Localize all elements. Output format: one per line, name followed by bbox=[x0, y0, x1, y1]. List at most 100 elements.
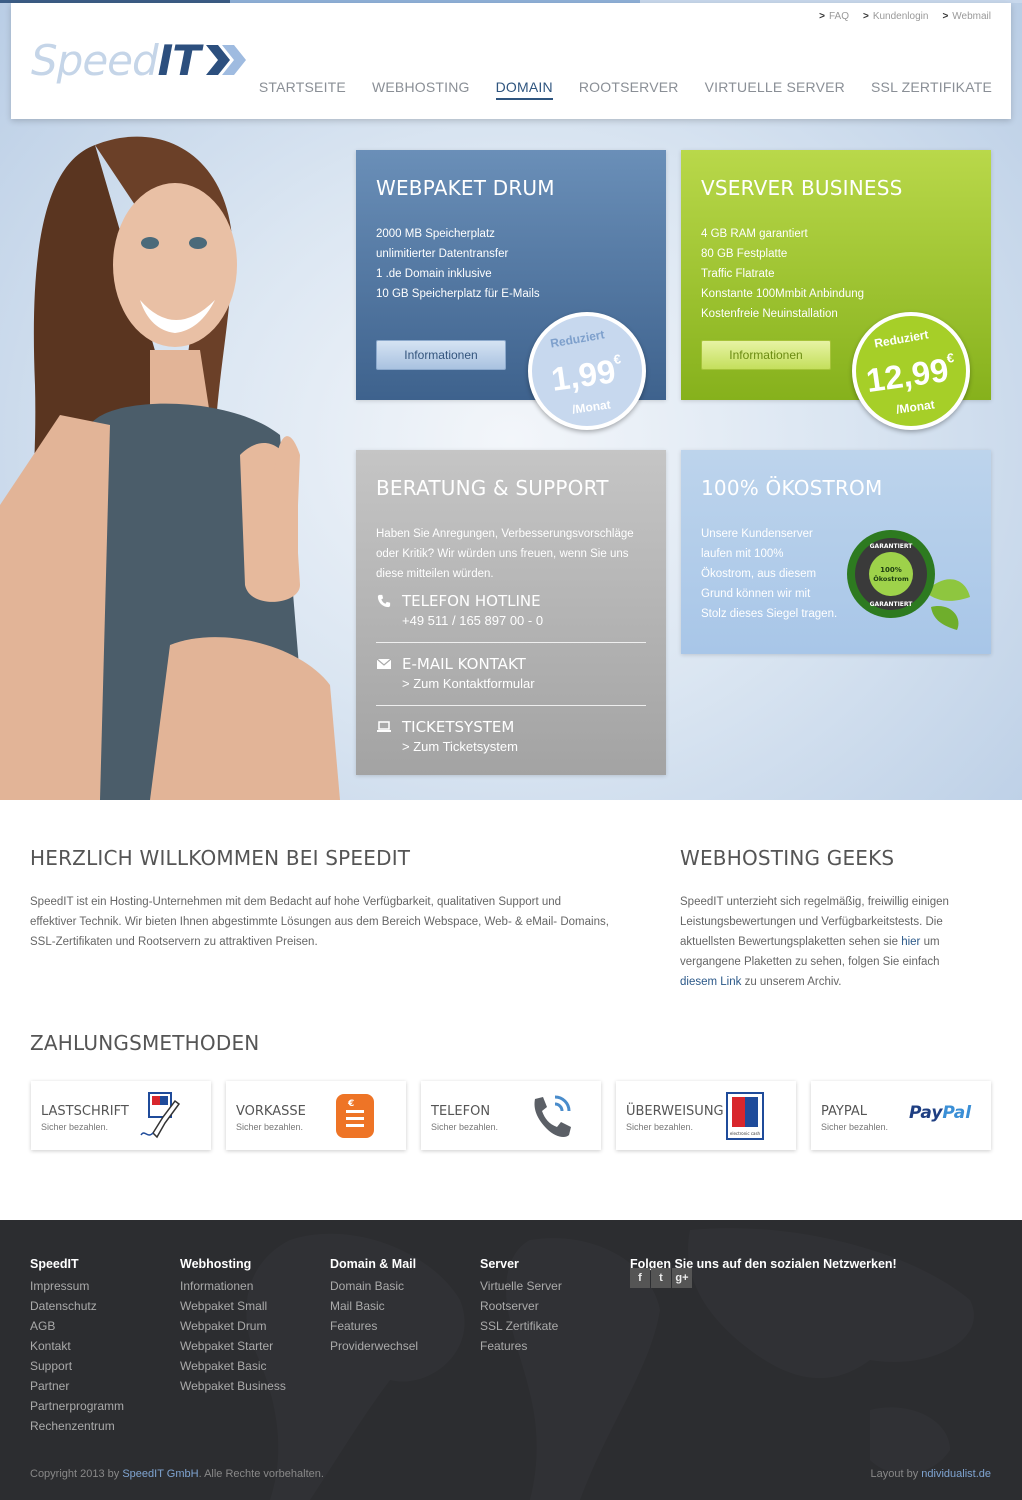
toplink-faq[interactable]: > FAQ bbox=[819, 11, 849, 22]
logo-it-text: IT bbox=[157, 35, 201, 85]
footer-link[interactable]: Webpaket Small bbox=[180, 1296, 286, 1316]
payment-paypal[interactable]: PAYPAL Sicher bezahlen. PayPal bbox=[811, 1081, 991, 1150]
social-icons: f t g+ bbox=[630, 1268, 692, 1288]
vserver-title: VSERVER BUSINESS bbox=[701, 176, 903, 200]
footer-link[interactable]: AGB bbox=[30, 1316, 124, 1336]
footer-link[interactable]: Support bbox=[30, 1356, 124, 1376]
footer-link[interactable]: SSL Zertifikate bbox=[480, 1316, 562, 1336]
svg-text:electronic cash: electronic cash bbox=[730, 1131, 761, 1136]
toplink-webmail[interactable]: > Webmail bbox=[942, 11, 991, 22]
support-box: BERATUNG & SUPPORT Haben Sie Anregungen,… bbox=[356, 450, 666, 775]
geeks-text: SpeedIT unterzieht sich regelmäßig, frei… bbox=[680, 896, 949, 908]
webpaket-title: WEBPAKET DRUM bbox=[376, 176, 555, 200]
payment-lastschrift[interactable]: LASTSCHRIFT Sicher bezahlen. bbox=[31, 1081, 211, 1150]
oekostrom-seal-icon: 100% Ökostrom GARANTIERT GARANTIERT bbox=[847, 530, 970, 630]
footer-link[interactable]: Webpaket Starter bbox=[180, 1336, 286, 1356]
svg-text:GARANTIERT: GARANTIERT bbox=[870, 543, 914, 550]
nav-virtuelle-server[interactable]: VIRTUELLE SERVER bbox=[705, 79, 845, 100]
footer-link[interactable]: Webpaket Basic bbox=[180, 1356, 286, 1376]
hotline-number[interactable]: +49 511 / 165 897 00 - 0 bbox=[376, 613, 646, 628]
footer-link[interactable]: Features bbox=[330, 1316, 418, 1336]
phone-payment-icon bbox=[534, 1095, 571, 1137]
layout-credit: Layout by ndividualist.de bbox=[870, 1468, 991, 1480]
support-title: BERATUNG & SUPPORT bbox=[376, 476, 609, 500]
nav-domain[interactable]: DOMAIN bbox=[495, 79, 553, 100]
welcome-text: effektiver Technik. Wir bieten Ihnen abg… bbox=[30, 916, 609, 928]
ec-card-icon: electronic cash bbox=[726, 1092, 764, 1140]
footer-col-webhosting: Webhosting Informationen Webpaket Small … bbox=[180, 1254, 286, 1396]
welcome-text: SSL-Zertifikaten und Rootservern zu attr… bbox=[30, 936, 318, 948]
google-plus-icon[interactable]: g+ bbox=[672, 1268, 692, 1288]
price-unit: /Monat bbox=[571, 397, 612, 417]
webpaket-feature: 10 GB Speicherplatz für E-Mails bbox=[376, 288, 540, 300]
webpaket-feature: 1 .de Domain inklusive bbox=[376, 268, 492, 280]
oekostrom-title: 100% ÖKOSTROM bbox=[701, 476, 883, 500]
vserver-price-badge: Reduziert 12,99€ /Monat bbox=[852, 312, 970, 430]
footer-link[interactable]: Webpaket Drum bbox=[180, 1316, 286, 1336]
footer-link[interactable]: Providerwechsel bbox=[330, 1336, 418, 1356]
price-value: 12,99€ bbox=[863, 349, 955, 400]
nav-rootserver[interactable]: ROOTSERVER bbox=[579, 79, 679, 100]
payment-telefon[interactable]: TELEFON Sicher bezahlen. bbox=[421, 1081, 601, 1150]
price-unit: /Monat bbox=[895, 397, 936, 417]
price-value: 1,99€ bbox=[548, 351, 622, 398]
footer-link[interactable]: Partnerprogramm bbox=[30, 1396, 124, 1416]
footer-link[interactable]: Kontakt bbox=[30, 1336, 124, 1356]
footer-link[interactable]: Informationen bbox=[180, 1276, 286, 1296]
archive-link[interactable]: diesem Link bbox=[680, 976, 741, 988]
webpaket-info-button[interactable]: Informationen bbox=[376, 340, 506, 370]
twitter-icon[interactable]: t bbox=[651, 1268, 671, 1288]
footer-link[interactable]: Impressum bbox=[30, 1276, 124, 1296]
woman-thumbs-up-image bbox=[0, 136, 340, 800]
vserver-feature: 4 GB RAM garantiert bbox=[701, 228, 808, 240]
footer-link[interactable]: Rechenzentrum bbox=[30, 1416, 124, 1436]
vserver-feature: Konstante 100Mmbit Anbindung bbox=[701, 288, 865, 300]
ticket-link[interactable]: > Zum Ticketsystem bbox=[376, 739, 646, 754]
vserver-info-button[interactable]: Informationen bbox=[701, 340, 831, 370]
footer-link[interactable]: Partner bbox=[30, 1376, 124, 1396]
main-nav: STARTSEITE WEBHOSTING DOMAIN ROOTSERVER … bbox=[259, 79, 992, 100]
speedit-logo[interactable]: Speed IT bbox=[31, 35, 248, 85]
footer-link[interactable]: Mail Basic bbox=[330, 1296, 418, 1316]
footer-link[interactable]: Rootserver bbox=[480, 1296, 562, 1316]
ticket-contact: TICKETSYSTEM > Zum Ticketsystem bbox=[376, 718, 646, 754]
hier-link[interactable]: hier bbox=[901, 936, 920, 948]
svg-text:100%: 100% bbox=[880, 566, 902, 574]
mail-contact: E-MAIL KONTAKT > Zum Kontaktformular bbox=[376, 655, 646, 691]
welcome-title: HERZLICH WILLKOMMEN BEI SPEEDIT bbox=[30, 846, 411, 870]
svg-text:GARANTIERT: GARANTIERT bbox=[870, 601, 914, 608]
webpaket-feature: unlimitierter Datentransfer bbox=[376, 248, 509, 260]
mail-icon bbox=[376, 658, 392, 669]
nav-ssl-zertifikate[interactable]: SSL ZERTIFIKATE bbox=[871, 79, 992, 100]
facebook-icon[interactable]: f bbox=[630, 1268, 650, 1288]
vserver-feature: 80 GB Festplatte bbox=[701, 248, 788, 260]
footer-link[interactable]: Webpaket Business bbox=[180, 1376, 286, 1396]
footer-link[interactable]: Datenschutz bbox=[30, 1296, 124, 1316]
payment-ueberweisung[interactable]: ÜBERWEISUNG Sicher bezahlen. electronic … bbox=[616, 1081, 796, 1150]
welcome-text: SpeedIT ist ein Hosting-Unternehmen mit … bbox=[30, 896, 562, 908]
nav-webhosting[interactable]: WEBHOSTING bbox=[372, 79, 470, 100]
payment-methods-title: ZAHLUNGSMETHODEN bbox=[30, 1031, 260, 1055]
hotline-title: TELEFON HOTLINE bbox=[402, 592, 541, 610]
welcome-section: HERZLICH WILLKOMMEN BEI SPEEDIT SpeedIT … bbox=[30, 846, 650, 952]
designer-link[interactable]: ndividualist.de bbox=[921, 1468, 991, 1480]
phone-icon bbox=[377, 594, 391, 608]
footer-link[interactable]: Virtuelle Server bbox=[480, 1276, 562, 1296]
nav-startseite[interactable]: STARTSEITE bbox=[259, 79, 346, 100]
footer-col-domain-mail: Domain & Mail Domain Basic Mail Basic Fe… bbox=[330, 1254, 418, 1356]
webhosting-geeks-section: WEBHOSTING GEEKS SpeedIT unterzieht sich… bbox=[680, 846, 980, 992]
footer-link[interactable]: Features bbox=[480, 1336, 562, 1356]
payment-vorkasse[interactable]: VORKASSE Sicher bezahlen. € bbox=[226, 1081, 406, 1150]
mail-title: E-MAIL KONTAKT bbox=[402, 655, 526, 673]
vserver-feature: Traffic Flatrate bbox=[701, 268, 775, 280]
logo-speed-text: Speed bbox=[31, 35, 159, 85]
copyright-text: Copyright 2013 by SpeedIT GmbH. Alle Rec… bbox=[30, 1468, 324, 1480]
geeks-text: Leistungsbewertungen und Verfügbarkeitst… bbox=[680, 916, 943, 928]
divider bbox=[376, 705, 646, 706]
footer-col-server: Server Virtuelle Server Rootserver SSL Z… bbox=[480, 1254, 562, 1356]
contact-form-link[interactable]: > Zum Kontaktformular bbox=[376, 676, 646, 691]
toplink-kundenlogin[interactable]: > Kundenlogin bbox=[863, 11, 928, 22]
company-link[interactable]: SpeedIT GmbH bbox=[122, 1468, 198, 1480]
footer-link[interactable]: Domain Basic bbox=[330, 1276, 418, 1296]
geeks-title: WEBHOSTING GEEKS bbox=[680, 846, 895, 870]
